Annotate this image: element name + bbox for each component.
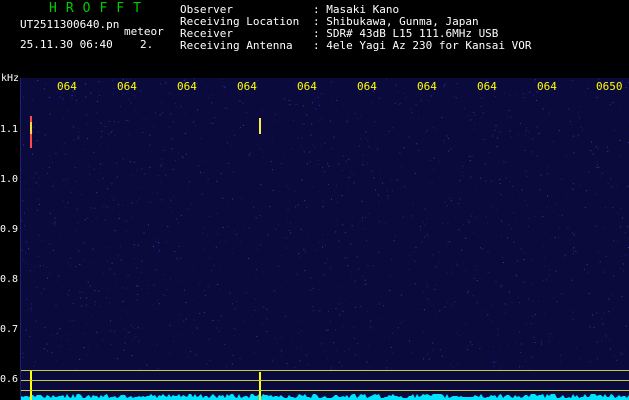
time-tick: 064	[477, 80, 497, 93]
time-tick: 064	[177, 80, 197, 93]
time-tick: 064	[237, 80, 257, 93]
frequency-unit-label: kHz	[1, 73, 20, 84]
time-tick: 064	[357, 80, 377, 93]
freq-tick: 0.8	[0, 274, 19, 285]
time-tick: 064	[117, 80, 137, 93]
meteor-count: 2.	[140, 38, 154, 51]
marker-line	[21, 390, 629, 391]
time-tick: 064	[537, 80, 557, 93]
file-name: UT2511300640.pn	[20, 18, 120, 31]
freq-tick: 1.1	[0, 124, 19, 135]
header-panel: HROFFT UT2511300640.pn meteor 25.11.30 0…	[0, 0, 629, 74]
freq-tick: 1.0	[0, 174, 19, 185]
spectrogram-area	[21, 78, 629, 400]
time-tick: 064	[417, 80, 437, 93]
marker-line	[21, 370, 629, 371]
freq-tick: 0.9	[0, 224, 19, 235]
station-info: Observer: Masaki Kano Receiving Location…	[180, 4, 532, 52]
time-tick: 064	[57, 80, 77, 93]
time-tick: 064	[297, 80, 317, 93]
y-axis-line	[20, 78, 21, 400]
meteor-label: meteor	[124, 25, 164, 38]
freq-tick: 0.6	[0, 374, 19, 385]
spectrogram-noise	[21, 78, 629, 400]
freq-tick: 0.7	[0, 324, 19, 335]
info-row-antenna: Receiving Antenna: 4ele Yagi Az 230 for …	[180, 39, 532, 52]
timestamp: 25.11.30 06:40	[20, 38, 113, 51]
brand-title: HROFFT	[49, 1, 150, 16]
time-tick: 0650	[596, 80, 623, 93]
marker-line	[21, 380, 629, 381]
